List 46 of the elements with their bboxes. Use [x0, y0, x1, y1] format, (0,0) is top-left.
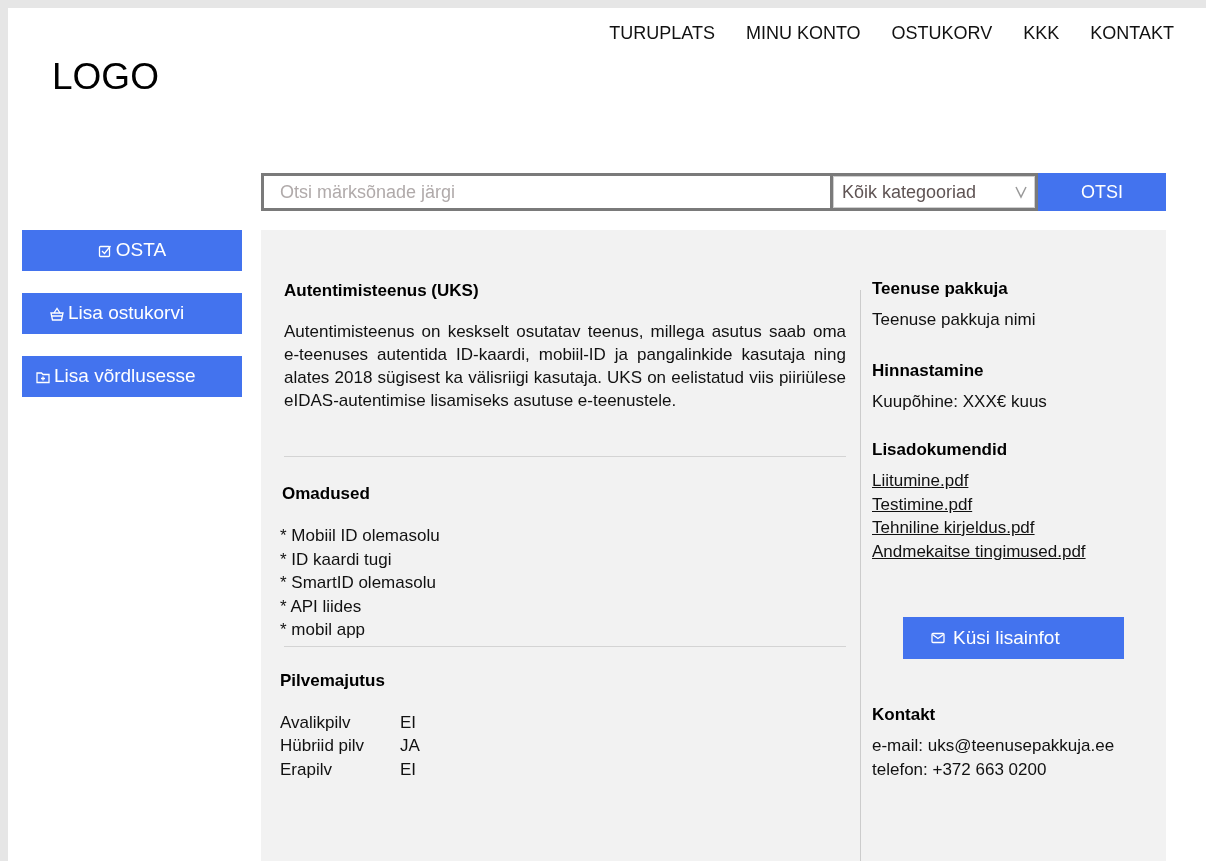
nav-link[interactable]: KKK	[1023, 22, 1060, 48]
section-heading: Hinnastamine	[872, 359, 985, 382]
section-heading: Autentimisteenus (UKS)	[284, 280, 480, 302]
info-text: Teenuse pakkuja nimi	[872, 309, 1037, 331]
document-link[interactable]: Testimine.pdf	[872, 492, 973, 516]
info-text: telefon: +372 663 0200	[872, 758, 1048, 781]
nav-link[interactable]: MINU KONTO	[745, 22, 861, 48]
feature-item: * ID kaardi tugi	[280, 548, 393, 571]
hosting-label: Hübriid pilv	[280, 735, 366, 757]
search-button[interactable]: OTSI	[1038, 173, 1166, 211]
basket-icon	[50, 306, 64, 321]
section-heading: Lisadokumendid	[872, 439, 1009, 461]
mail-icon	[931, 632, 945, 644]
hosting-value: EI	[400, 711, 418, 734]
nav-link[interactable]: OSTUKORV	[891, 22, 993, 48]
info-text: Kuupõhine: XXX€ kuus	[872, 390, 1048, 413]
section-heading: Teenuse pakkuja	[872, 278, 1009, 300]
hosting-label: Erapilv	[280, 758, 333, 781]
section-heading: Kontakt	[872, 704, 937, 726]
feature-item: * SmartID olemasolu	[280, 572, 437, 594]
chevron-down-icon	[1014, 185, 1028, 199]
section-heading: Omadused	[282, 483, 371, 505]
document-link[interactable]: Liitumine.pdf	[872, 469, 969, 493]
action-button[interactable]: OSTA	[22, 230, 242, 271]
info-text: e-mail: uks@teenusepakkuja.ee	[872, 735, 1116, 757]
logo-text: LOGO	[52, 56, 159, 97]
checkbox-icon	[97, 243, 112, 258]
document-link[interactable]: Tehniline kirjeldus.pdf	[872, 516, 1035, 540]
section-heading: Pilvemajutus	[280, 669, 386, 692]
feature-item: * API liides	[280, 595, 363, 618]
inquiry-button[interactable]: Küsi lisainfot	[903, 617, 1124, 659]
category-dropdown[interactable]: Kõik kategooriad	[833, 173, 1038, 211]
action-button[interactable]: Lisa võrdlusesse	[22, 356, 242, 397]
folder-plus-icon	[36, 369, 50, 384]
action-button[interactable]: Lisa ostukorvi	[22, 293, 242, 334]
search-field[interactable]: Otsi märksõnade järgi	[261, 173, 833, 211]
search-input: Otsi märksõnade järgi	[280, 178, 830, 206]
nav-link[interactable]: TURUPLATS	[609, 22, 715, 48]
feature-item: * Mobiil ID olemasolu	[280, 525, 441, 547]
nav-link[interactable]: KONTAKT	[1090, 22, 1174, 48]
hosting-value: EI	[400, 758, 418, 781]
hosting-label: Avalikpilv	[280, 711, 352, 734]
description-text: Autentimisteenus on keskselt osutatav teenus, millega asutus saab oma e-teenuses autentida ID-kaardi, mobiil-ID ja pangalinkide kasutaja ning alates 2018 sügisest ka välisriigi kasutaja. UKS on eelistatud viis piiriülese eIDAS-autentimise lisamiseks asutuse e-teenustele.	[284, 321, 846, 412]
document-link[interactable]: Andmekaitse tingimused.pdf	[872, 539, 1086, 563]
feature-item: * mobil app	[280, 619, 367, 641]
hosting-value: JA	[400, 735, 420, 757]
